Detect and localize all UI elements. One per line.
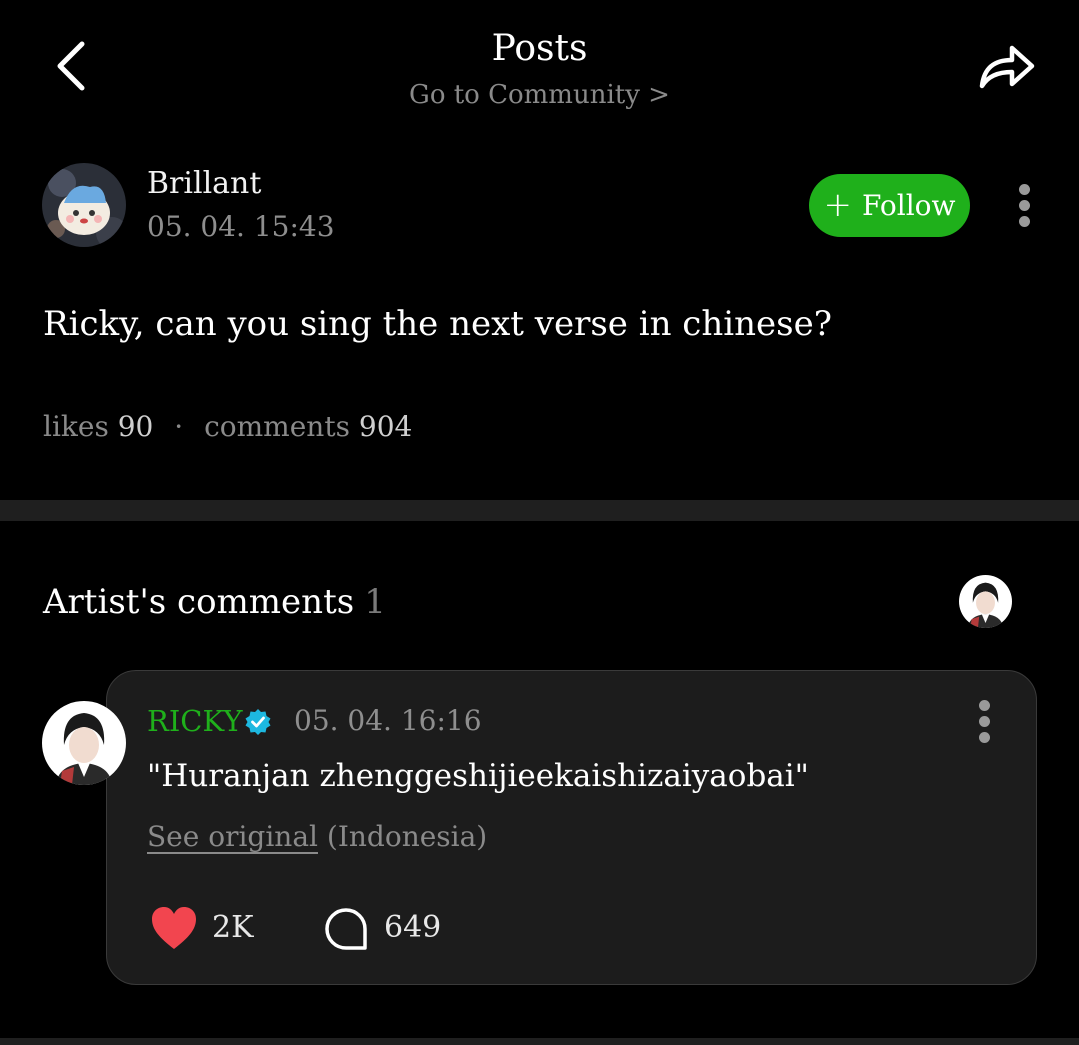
artist-avatar[interactable] xyxy=(959,575,1012,628)
comment-text: "Huranjan zhenggeshijieekaishizaiyaobai" xyxy=(147,758,809,794)
stats-separator: · xyxy=(174,410,184,443)
commenter-avatar[interactable] xyxy=(42,701,126,785)
original-language: (Indonesia) xyxy=(326,820,488,853)
artist-comments-heading: Artist's comments 1 xyxy=(43,582,386,622)
comments-count[interactable]: 904 xyxy=(359,410,412,443)
page-title: Posts xyxy=(491,28,588,69)
artist-comments-title: Artist's comments xyxy=(43,582,355,622)
comment-likes-count: 2K xyxy=(212,910,254,945)
share-icon[interactable] xyxy=(972,36,1040,96)
likes-count: 90 xyxy=(117,410,154,443)
more-vertical-icon[interactable] xyxy=(1012,184,1038,228)
plus-icon: + xyxy=(823,184,853,225)
post-body: Ricky, can you sing the next verse in ch… xyxy=(43,304,832,344)
section-divider xyxy=(0,500,1079,521)
post-stats: likes 90 · comments 904 xyxy=(43,410,412,443)
heart-icon[interactable] xyxy=(150,905,198,951)
likes-label: likes xyxy=(43,410,109,443)
post-timestamp: 05. 04. 15:43 xyxy=(147,210,335,243)
see-original-link[interactable]: See original xyxy=(147,820,318,853)
comment-replies-count: 649 xyxy=(384,910,442,945)
comment-bubble-icon[interactable] xyxy=(323,906,369,952)
comment-timestamp: 05. 04. 16:16 xyxy=(294,704,482,737)
comments-label[interactable]: comments xyxy=(204,410,350,443)
commenter-name[interactable]: RICKY xyxy=(147,704,243,738)
author-avatar[interactable] xyxy=(42,163,126,247)
follow-button[interactable]: + Follow xyxy=(809,174,970,237)
more-vertical-icon[interactable] xyxy=(972,700,998,744)
follow-label: Follow xyxy=(862,189,956,222)
artist-comments-count: 1 xyxy=(364,582,386,622)
author-name[interactable]: Brillant xyxy=(147,166,261,201)
go-to-community-link[interactable]: Go to Community > xyxy=(0,80,1079,110)
section-divider xyxy=(0,1038,1079,1045)
verified-badge-icon xyxy=(245,709,271,735)
translation-info: See original (Indonesia) xyxy=(147,820,487,853)
